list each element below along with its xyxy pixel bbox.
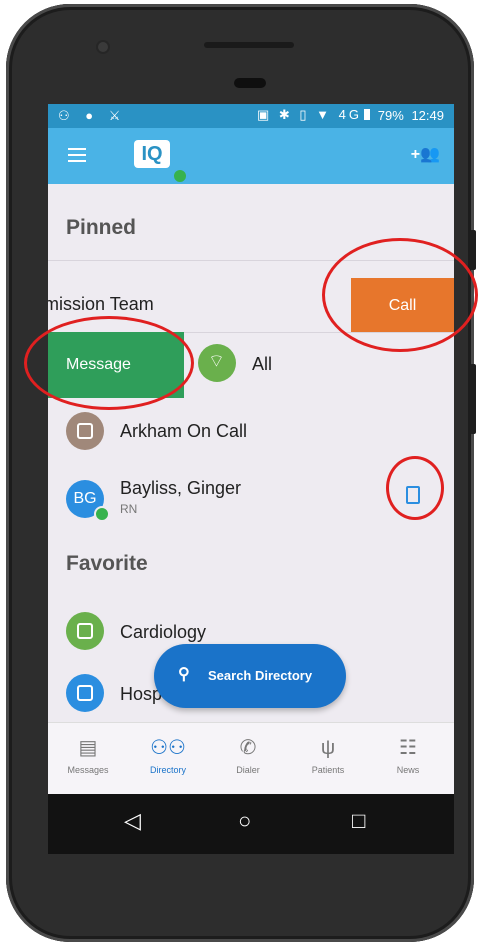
tab-directory[interactable]: ⚇⚇ Directory bbox=[133, 735, 203, 775]
add-contact-icon[interactable]: +👥 bbox=[411, 144, 440, 164]
menu-icon[interactable] bbox=[68, 148, 86, 162]
back-icon[interactable]: ◁ bbox=[124, 808, 141, 834]
tab-patients[interactable]: ψ Patients bbox=[293, 735, 363, 775]
recents-icon[interactable]: □ bbox=[352, 808, 365, 834]
app-logo: IQ bbox=[134, 140, 170, 168]
online-status-dot bbox=[94, 506, 110, 522]
online-status-dot bbox=[172, 168, 188, 184]
notification-icons: ⚇ ● ⚔ bbox=[58, 108, 127, 123]
news-icon: ☷ bbox=[399, 737, 417, 759]
speaker-grille bbox=[204, 42, 294, 48]
tab-dialer[interactable]: ✆ Dialer bbox=[213, 735, 283, 775]
message-icon: ▤ bbox=[78, 737, 98, 759]
bottom-navigation: ▤ Messages ⚇⚇ Directory ✆ Dialer ψ Patie… bbox=[48, 722, 454, 795]
home-icon[interactable]: ○ bbox=[238, 808, 251, 834]
highlight-ring-call bbox=[322, 238, 478, 352]
battery-level: 79% bbox=[377, 108, 404, 123]
tab-messages[interactable]: ▤ Messages bbox=[53, 735, 123, 775]
section-favorite: Favorite bbox=[66, 552, 148, 575]
calendar-icon bbox=[66, 612, 104, 650]
tab-label: Patients bbox=[311, 765, 345, 775]
front-camera-icon bbox=[98, 42, 108, 52]
list-item-arkham-on-call[interactable]: Arkham On Call bbox=[48, 404, 454, 466]
clock: 12:49 bbox=[411, 108, 444, 123]
section-pinned: Pinned bbox=[66, 216, 137, 239]
phone-icon: ✆ bbox=[239, 737, 257, 759]
highlight-ring-document bbox=[386, 456, 444, 520]
battery-time: 79% 12:49 bbox=[364, 108, 444, 123]
stethoscope-icon: ψ bbox=[320, 737, 336, 759]
earpiece bbox=[234, 78, 266, 88]
list-item-label: Bayliss, Ginger bbox=[120, 478, 242, 498]
list-item-label: All bbox=[252, 354, 273, 374]
calendar-icon bbox=[66, 412, 104, 450]
list-item-label: Cardiology bbox=[120, 622, 207, 642]
search-icon: ⚲ bbox=[178, 666, 190, 683]
tab-label: Dialer bbox=[236, 765, 260, 775]
tab-news[interactable]: ☷ News bbox=[373, 735, 443, 775]
tab-label: News bbox=[396, 765, 420, 775]
power-button bbox=[470, 364, 476, 434]
volume-button bbox=[470, 230, 476, 270]
status-bar: ⚇ ● ⚔ ▣ ✱ ▯ ▼ 4G 79% 12:49 bbox=[48, 104, 454, 128]
search-directory-button[interactable]: ⚲ Search Directory bbox=[154, 644, 346, 708]
list-item-subtitle: RN bbox=[120, 502, 138, 516]
app-bar: IQ +👥 bbox=[48, 128, 454, 184]
battery-icon bbox=[364, 109, 371, 120]
tab-label: Directory bbox=[149, 765, 186, 775]
wifi-icon: ⌔ bbox=[198, 344, 236, 382]
list-item-label: mission Team bbox=[48, 294, 154, 314]
search-directory-label: Search Directory bbox=[208, 668, 313, 683]
people-icon: ⚇⚇ bbox=[150, 737, 186, 759]
system-navigation-bar: ◁ ○ □ bbox=[48, 794, 454, 854]
list-item-label: Arkham On Call bbox=[120, 421, 248, 441]
network-icons: ▣ ✱ ▯ ▼ 4G bbox=[257, 107, 362, 122]
tab-label: Messages bbox=[67, 765, 109, 775]
calendar-icon bbox=[66, 674, 104, 712]
highlight-ring-message bbox=[24, 316, 194, 410]
